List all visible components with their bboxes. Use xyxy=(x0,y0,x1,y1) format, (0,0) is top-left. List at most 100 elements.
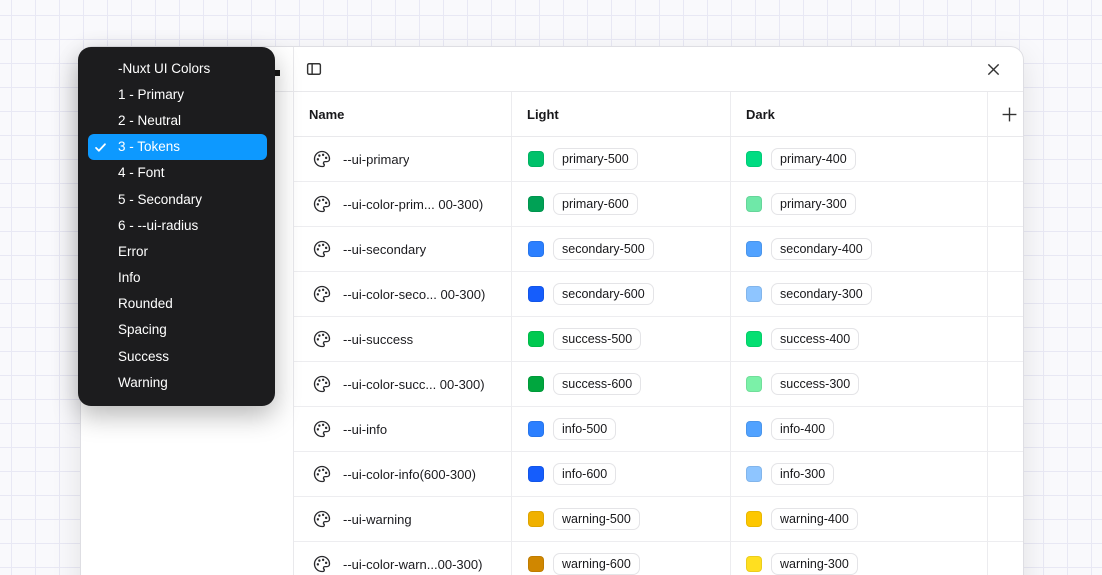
menu-item-label: 2 - Neutral xyxy=(118,113,181,128)
variable-name-cell: --ui-color-info(600-300) xyxy=(294,465,512,483)
variable-name: --ui-primary xyxy=(343,152,409,167)
token-chip[interactable]: info-500 xyxy=(553,418,616,440)
token-chip[interactable]: warning-500 xyxy=(553,508,640,530)
menu-item-label: -Nuxt UI Colors xyxy=(118,61,210,76)
mode-value-cell: success-400 xyxy=(731,328,988,350)
column-divider xyxy=(730,92,731,575)
token-chip[interactable]: success-600 xyxy=(553,373,641,395)
color-swatch xyxy=(528,376,544,392)
token-chip[interactable]: primary-600 xyxy=(553,193,638,215)
mode-value-cell: primary-500 xyxy=(512,148,731,170)
table-row[interactable]: --ui-color-succ... 00-300) success-600 suc… xyxy=(294,362,1023,407)
close-button[interactable] xyxy=(979,55,1007,83)
variable-name-cell: --ui-color-prim... 00-300) xyxy=(294,195,512,213)
table-row[interactable]: --ui-primary primary-500 primary-400 xyxy=(294,137,1023,182)
variable-name: --ui-secondary xyxy=(343,242,426,257)
checkmark-icon xyxy=(94,141,107,154)
color-swatch xyxy=(746,556,762,572)
mode-value-cell: secondary-300 xyxy=(731,283,988,305)
table-rows: --ui-primary primary-500 primary-400 --ui-c… xyxy=(294,137,1023,575)
add-mode-button[interactable] xyxy=(995,100,1023,128)
color-swatch xyxy=(746,196,762,212)
token-chip[interactable]: secondary-400 xyxy=(771,238,872,260)
table-row[interactable]: --ui-color-warn...00-300) warning-600 warn… xyxy=(294,542,1023,575)
token-chip[interactable]: warning-600 xyxy=(553,553,640,575)
variable-name-cell: --ui-color-succ... 00-300) xyxy=(294,375,512,393)
color-swatch xyxy=(528,511,544,527)
color-swatch xyxy=(746,151,762,167)
token-chip[interactable]: primary-400 xyxy=(771,148,856,170)
token-chip[interactable]: primary-500 xyxy=(553,148,638,170)
token-chip[interactable]: success-500 xyxy=(553,328,641,350)
token-chip[interactable]: secondary-300 xyxy=(771,283,872,305)
column-header-name: Name xyxy=(309,107,344,122)
token-chip[interactable]: primary-300 xyxy=(771,193,856,215)
menu-item[interactable]: Info xyxy=(88,265,267,291)
palette-icon xyxy=(313,195,331,213)
token-chip[interactable]: warning-300 xyxy=(771,553,858,575)
token-chip[interactable]: warning-400 xyxy=(771,508,858,530)
token-chip[interactable]: secondary-600 xyxy=(553,283,654,305)
variable-name-cell: --ui-color-warn...00-300) xyxy=(294,555,512,573)
token-chip[interactable]: success-300 xyxy=(771,373,859,395)
table-row[interactable]: --ui-secondary secondary-500 secondary-400 xyxy=(294,227,1023,272)
palette-icon xyxy=(313,375,331,393)
token-chip[interactable]: info-400 xyxy=(771,418,834,440)
menu-item-label: Success xyxy=(118,349,169,364)
menu-item[interactable]: 5 - Secondary xyxy=(88,186,267,212)
color-swatch xyxy=(528,196,544,212)
menu-item-label: 5 - Secondary xyxy=(118,192,202,207)
mode-value-cell: secondary-600 xyxy=(512,283,731,305)
plus-icon xyxy=(1001,106,1018,123)
palette-icon xyxy=(313,150,331,168)
mode-value-cell: info-300 xyxy=(731,463,988,485)
menu-item[interactable]: Error xyxy=(88,238,267,264)
menu-item-label: 3 - Tokens xyxy=(118,139,180,154)
menu-item[interactable]: Success xyxy=(88,343,267,369)
palette-icon xyxy=(313,240,331,258)
column-header-light: Light xyxy=(527,107,559,122)
menu-item[interactable]: -Nuxt UI Colors xyxy=(88,55,267,81)
color-swatch xyxy=(528,286,544,302)
table-row[interactable]: --ui-warningwarning-500warning-400 xyxy=(294,497,1023,542)
menu-item-label: Info xyxy=(118,270,141,285)
table-row[interactable]: --ui-infoinfo-500info-400 xyxy=(294,407,1023,452)
table-row[interactable]: --ui-success success-500 success-400 xyxy=(294,317,1023,362)
mode-value-cell: warning-500 xyxy=(512,508,731,530)
menu-item[interactable]: Spacing xyxy=(88,317,267,343)
column-divider xyxy=(511,92,512,575)
menu-item[interactable]: Rounded xyxy=(88,291,267,317)
token-chip[interactable]: success-400 xyxy=(771,328,859,350)
token-chip[interactable]: info-600 xyxy=(553,463,616,485)
menu-item[interactable]: Warning xyxy=(88,369,267,395)
color-swatch xyxy=(746,286,762,302)
variable-name: --ui-color-succ... 00-300) xyxy=(343,377,485,392)
mode-value-cell: info-500 xyxy=(512,418,731,440)
table-row[interactable]: --ui-color-seco... 00-300)secondary-600s… xyxy=(294,272,1023,317)
token-chip[interactable]: secondary-500 xyxy=(553,238,654,260)
menu-item[interactable]: 6 - --ui-radius xyxy=(88,212,267,238)
panel-left-icon xyxy=(305,60,323,78)
table-row[interactable]: --ui-color-prim... 00-300) primary-600 pri… xyxy=(294,182,1023,227)
mode-value-cell: primary-600 xyxy=(512,193,731,215)
variable-name-cell: --ui-success xyxy=(294,330,512,348)
mode-value-cell: primary-300 xyxy=(731,193,988,215)
menu-item[interactable]: 1 - Primary xyxy=(88,81,267,107)
menu-item[interactable]: 4 - Font xyxy=(88,160,267,186)
menu-item[interactable]: 3 - Tokens xyxy=(88,134,267,160)
mode-value-cell: success-300 xyxy=(731,373,988,395)
variable-name: --ui-color-prim... 00-300) xyxy=(343,197,483,212)
color-swatch xyxy=(746,466,762,482)
color-swatch xyxy=(746,376,762,392)
palette-icon xyxy=(313,510,331,528)
mode-value-cell: info-400 xyxy=(731,418,988,440)
token-chip[interactable]: info-300 xyxy=(771,463,834,485)
menu-item[interactable]: 2 - Neutral xyxy=(88,107,267,133)
mode-value-cell: secondary-400 xyxy=(731,238,988,260)
variable-name: --ui-color-warn...00-300) xyxy=(343,557,482,572)
palette-icon xyxy=(313,465,331,483)
table-row[interactable]: --ui-color-info(600-300) info-600 info-300 xyxy=(294,452,1023,497)
sidebar-toggle-button[interactable] xyxy=(300,55,328,83)
color-swatch xyxy=(746,421,762,437)
mode-value-cell: info-600 xyxy=(512,463,731,485)
